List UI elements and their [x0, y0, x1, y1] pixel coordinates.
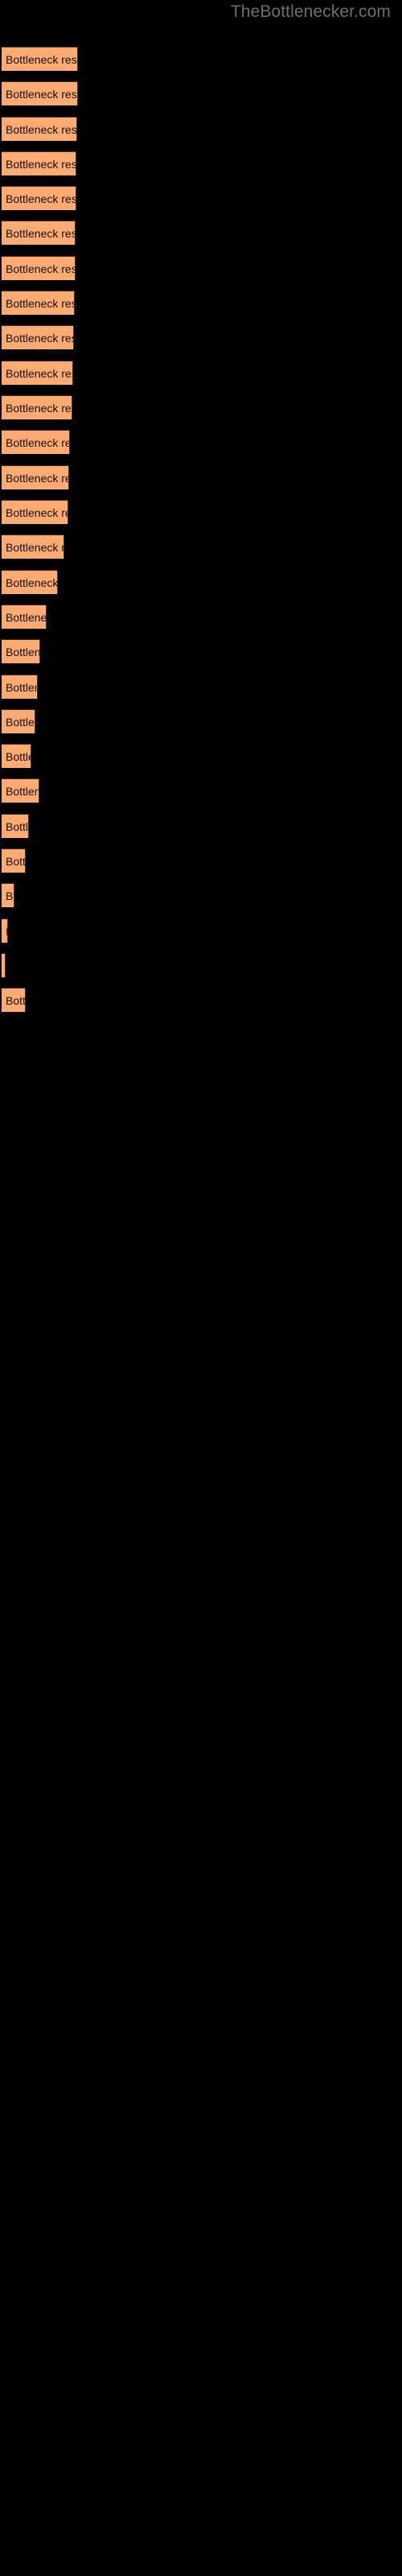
bar-label: Bottleneck result: [6, 436, 69, 449]
bar-9[interactable]: Bottleneck result: [2, 325, 74, 349]
bar-1[interactable]: Bottleneck result: [2, 47, 78, 71]
chart-root: TheBottlenecker.com Bottleneck resultBot…: [0, 0, 402, 2576]
bar-label: Bottleneck result: [6, 87, 77, 101]
bar-row: Bottleneck result: [0, 186, 402, 210]
bar-14[interactable]: Bottleneck result: [2, 500, 68, 524]
bar-label: Bottleneck result: [6, 366, 72, 380]
bar-row: Bottleneck result: [0, 988, 402, 1012]
bar-label: Bottleneck result: [6, 645, 40, 658]
bar-chart-plot-area: Bottleneck result Bottleneck result Bottle…: [0, 0, 402, 2576]
bar-label: Bottleneck result: [6, 506, 68, 519]
bar-row: Bottleneck result: [0, 221, 402, 245]
bar-17[interactable]: Bottleneck result: [2, 605, 47, 629]
bar-row: Bottleneck result: [0, 117, 402, 141]
bar-5[interactable]: Bottleneck result: [2, 186, 76, 210]
bar-row: Bottleneck result: [0, 361, 402, 385]
bar-label: Bottleneck result: [6, 715, 35, 729]
bar-23[interactable]: Bottleneck result: [2, 814, 29, 838]
bar-26[interactable]: Bottleneck result: [2, 919, 8, 943]
bar-label: Bottleneck result: [6, 993, 26, 1007]
bar-row: Bottleneck result: [0, 570, 402, 594]
bar-label: Bottleneck result: [6, 331, 73, 345]
bar-24[interactable]: Bottleneck result: [2, 848, 26, 873]
bar-row: Bottleneck result: [0, 325, 402, 349]
bar-label: Bottleneck result: [6, 576, 58, 589]
bar-row: Bottleneck result: [0, 883, 402, 907]
bar-row: Bottleneck result: [0, 291, 402, 315]
bar-label: Bottleneck result: [6, 122, 77, 136]
bar-18[interactable]: Bottleneck result: [2, 639, 40, 663]
bar-13[interactable]: Bottleneck result: [2, 465, 69, 489]
bar-2[interactable]: Bottleneck result: [2, 81, 78, 105]
bar-row: Bottleneck result: [0, 605, 402, 629]
bar-row: Bottleneck result: [0, 953, 402, 977]
bar-label: Bottleneck result: [6, 610, 47, 624]
bar-label: Bottleneck result: [6, 401, 72, 415]
bar-row: Bottleneck result: [0, 778, 402, 803]
bar-label: Bottleneck result: [6, 854, 26, 868]
bar-row: Bottleneck result: [0, 919, 402, 943]
bar-20[interactable]: Bottleneck result: [2, 709, 35, 733]
bar-row: Bottleneck result: [0, 465, 402, 489]
bar-label: Bottleneck result: [6, 471, 68, 485]
bar-row: Bottleneck result: [0, 256, 402, 280]
bar-12[interactable]: Bottleneck result: [2, 430, 70, 454]
bar-label: Bottleneck result: [6, 680, 37, 694]
bar-row: Bottleneck result: [0, 430, 402, 454]
bar-row: Bottleneck result: [0, 814, 402, 838]
bar-8[interactable]: Bottleneck result: [2, 291, 75, 315]
bar-label: Bottleneck result: [6, 52, 77, 66]
bar-6[interactable]: Bottleneck result: [2, 221, 76, 245]
bar-27[interactable]: Bottleneck result: [2, 953, 6, 977]
bar-label: Bottleneck result: [6, 262, 76, 275]
bar-label: Bottleneck result: [6, 540, 64, 554]
bar-25[interactable]: Bottleneck result: [2, 883, 14, 907]
bar-row: Bottleneck result: [0, 535, 402, 559]
bar-label: Bottleneck result: [6, 819, 29, 833]
bar-15[interactable]: Bottleneck result: [2, 535, 64, 559]
bar-label: Bottleneck result: [6, 889, 14, 902]
bar-row: Bottleneck result: [0, 848, 402, 873]
bar-22[interactable]: Bottleneck result: [2, 778, 39, 803]
bar-label: Bottleneck result: [6, 925, 7, 938]
bar-row: Bottleneck result: [0, 81, 402, 105]
bar-11[interactable]: Bottleneck result: [2, 395, 72, 419]
bar-label: Bottleneck result: [6, 157, 76, 171]
bar-19[interactable]: Bottleneck result: [2, 675, 38, 699]
bar-row: Bottleneck result: [0, 744, 402, 768]
bar-label: Bottleneck result: [6, 749, 31, 763]
bar-row: Bottleneck result: [0, 500, 402, 524]
bar-21[interactable]: Bottleneck result: [2, 744, 31, 768]
bar-row: Bottleneck result: [0, 675, 402, 699]
bar-10[interactable]: Bottleneck result: [2, 361, 73, 385]
bar-row: Bottleneck result: [0, 639, 402, 663]
bar-label: Bottleneck result: [6, 296, 74, 310]
bar-row: Bottleneck result: [0, 47, 402, 71]
bar-row: Bottleneck result: [0, 395, 402, 419]
bar-16[interactable]: Bottleneck result: [2, 570, 58, 594]
bar-28[interactable]: Bottleneck result: [2, 988, 26, 1012]
bar-row: Bottleneck result: [0, 709, 402, 733]
bar-label: Bottleneck result: [6, 784, 39, 798]
bar-3[interactable]: Bottleneck result: [2, 117, 77, 141]
bar-label: Bottleneck result: [6, 226, 76, 240]
bar-4[interactable]: Bottleneck result: [2, 151, 76, 175]
bar-7[interactable]: Bottleneck result: [2, 256, 76, 280]
bar-row: Bottleneck result: [0, 151, 402, 175]
bar-label: Bottleneck result: [6, 192, 76, 205]
